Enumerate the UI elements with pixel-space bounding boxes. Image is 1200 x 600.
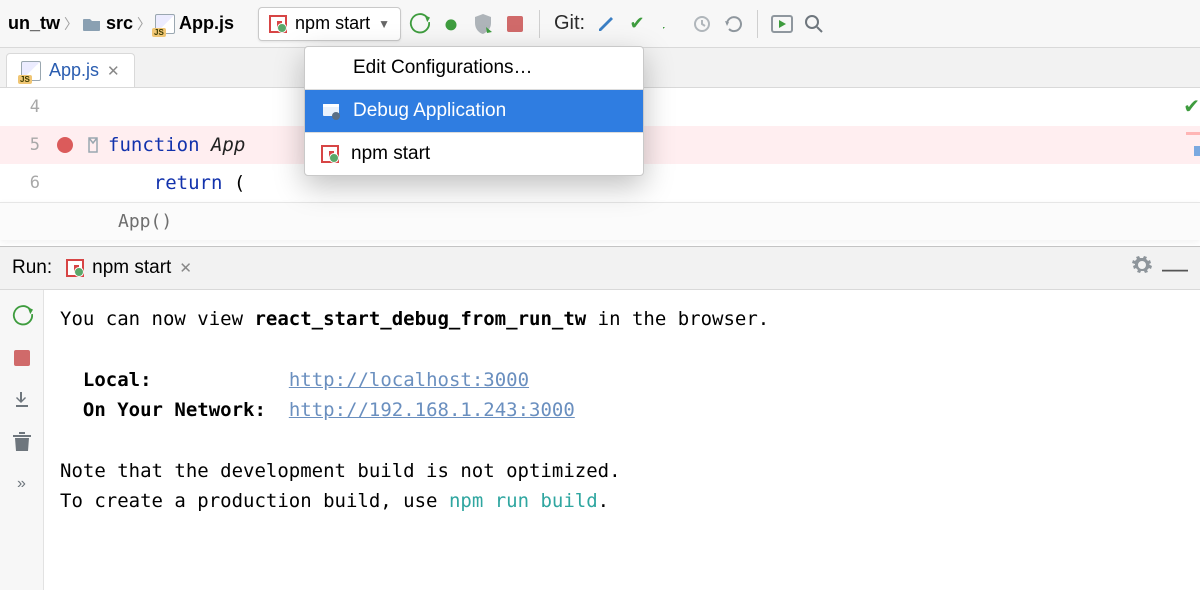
breakpoint-gutter[interactable] bbox=[44, 137, 86, 153]
editor-error-strip[interactable]: ✔ bbox=[1182, 88, 1200, 246]
breadcrumb: un_tw 〉 src 〉 JS App.js bbox=[6, 13, 236, 34]
console-command: npm run build bbox=[449, 490, 598, 512]
close-icon[interactable]: ✕ bbox=[107, 62, 120, 80]
console-text: To create a production build, use bbox=[60, 490, 449, 512]
menu-item-debug-application[interactable]: Debug Application bbox=[305, 90, 643, 133]
menu-item-label: Edit Configurations… bbox=[321, 57, 533, 79]
run-toolwindow-header: Run: npm start ✕ — bbox=[0, 246, 1200, 290]
run-toolwindow-sidebar: » bbox=[0, 290, 44, 590]
line-number: 6 bbox=[0, 173, 44, 193]
search-everywhere-button[interactable] bbox=[800, 10, 828, 38]
console-output[interactable]: You can now view react_start_debug_from_… bbox=[44, 290, 1200, 590]
console-project-name: react_start_debug_from_run_tw bbox=[254, 308, 586, 330]
browser-debug-icon bbox=[321, 101, 341, 121]
sticky-scope-label: App() bbox=[118, 211, 172, 232]
breadcrumb-project-label: un_tw bbox=[8, 13, 60, 34]
toolbar-separator bbox=[539, 10, 540, 38]
stop-run-button[interactable] bbox=[8, 344, 36, 372]
console-text: You can now view bbox=[60, 308, 254, 330]
toolwindow-hide-button[interactable]: — bbox=[1162, 253, 1188, 284]
console-local-label: Local: bbox=[83, 369, 152, 391]
menu-item-npm-start[interactable]: npm start bbox=[305, 133, 643, 175]
code-line[interactable]: return ( bbox=[108, 172, 245, 194]
run-anything-button[interactable] bbox=[768, 10, 796, 38]
breadcrumb-src-label: src bbox=[106, 13, 133, 34]
code-text: ( bbox=[234, 172, 245, 194]
breadcrumb-src[interactable]: src bbox=[80, 13, 135, 34]
run-config-dropdown: Edit Configurations… Debug Application n… bbox=[304, 46, 644, 176]
close-icon[interactable]: ✕ bbox=[179, 259, 192, 277]
line-number: 5 bbox=[0, 135, 44, 155]
js-file-icon: JS bbox=[21, 61, 41, 81]
editor-tab-label: App.js bbox=[49, 60, 99, 81]
chevron-right-icon: 〉 bbox=[64, 14, 78, 34]
console-text: . bbox=[598, 490, 609, 512]
git-update-button[interactable] bbox=[591, 10, 619, 38]
run-button[interactable] bbox=[405, 10, 433, 38]
console-local-link[interactable]: http://localhost:3000 bbox=[289, 369, 529, 391]
npm-icon bbox=[66, 259, 84, 277]
breadcrumb-project[interactable]: un_tw bbox=[6, 13, 62, 34]
line-number: 4 bbox=[0, 97, 44, 117]
breadcrumb-file[interactable]: JS App.js bbox=[153, 13, 236, 34]
menu-item-label: Debug Application bbox=[353, 100, 506, 122]
identifier: App bbox=[211, 134, 245, 156]
git-history-button[interactable] bbox=[687, 10, 715, 38]
editor-tab-app-js[interactable]: JS App.js ✕ bbox=[6, 53, 135, 87]
info-marker[interactable] bbox=[1194, 146, 1200, 156]
stop-button[interactable] bbox=[501, 10, 529, 38]
folder-icon bbox=[82, 16, 102, 32]
debug-button[interactable] bbox=[437, 10, 465, 38]
console-network-label: On Your Network: bbox=[83, 399, 266, 421]
keyword: function bbox=[108, 134, 200, 156]
console-network-link[interactable]: http://192.168.1.243:3000 bbox=[289, 399, 575, 421]
toolwindow-tab-label: npm start bbox=[92, 257, 171, 279]
code-line[interactable]: function App bbox=[108, 134, 245, 156]
run-config-selected-label: npm start bbox=[295, 13, 370, 34]
run-toolwindow-body: » You can now view react_start_debug_fro… bbox=[0, 290, 1200, 590]
toolwindow-settings-button[interactable] bbox=[1132, 255, 1152, 281]
toolbar-separator bbox=[757, 10, 758, 38]
breadcrumb-file-label: App.js bbox=[179, 13, 234, 34]
git-commit-button[interactable]: ✔ bbox=[623, 10, 651, 38]
chevron-right-icon: 〉 bbox=[137, 14, 151, 34]
keyword: return bbox=[154, 172, 223, 194]
menu-item-edit-configurations[interactable]: Edit Configurations… bbox=[305, 47, 643, 90]
breakpoint-icon[interactable] bbox=[57, 137, 73, 153]
npm-icon bbox=[321, 145, 339, 163]
git-label: Git: bbox=[550, 12, 587, 35]
menu-item-label: npm start bbox=[351, 143, 430, 165]
download-button[interactable] bbox=[8, 386, 36, 414]
git-push-button[interactable] bbox=[655, 10, 683, 38]
rerun-button[interactable] bbox=[8, 302, 36, 330]
delete-button[interactable] bbox=[8, 428, 36, 456]
toolwindow-tab-npm-start[interactable]: npm start ✕ bbox=[66, 257, 192, 279]
npm-icon bbox=[269, 15, 287, 33]
git-revert-button[interactable] bbox=[719, 10, 747, 38]
chevron-down-icon: ▼ bbox=[378, 17, 390, 31]
run-config-selector[interactable]: npm start ▼ bbox=[258, 7, 401, 41]
inspection-ok-icon[interactable]: ✔ bbox=[1183, 94, 1200, 119]
more-button[interactable]: » bbox=[8, 470, 36, 498]
error-marker[interactable] bbox=[1186, 132, 1200, 135]
sticky-scope-header[interactable]: App() bbox=[0, 202, 1200, 240]
main-toolbar: un_tw 〉 src 〉 JS App.js npm start ▼ Git:… bbox=[0, 0, 1200, 48]
toolwindow-title: Run: bbox=[12, 257, 52, 279]
fold-gutter[interactable] bbox=[86, 137, 108, 153]
coverage-button[interactable] bbox=[469, 10, 497, 38]
console-text: in the browser. bbox=[586, 308, 769, 330]
console-note: Note that the development build is not o… bbox=[60, 460, 621, 482]
js-file-icon: JS bbox=[155, 14, 175, 34]
